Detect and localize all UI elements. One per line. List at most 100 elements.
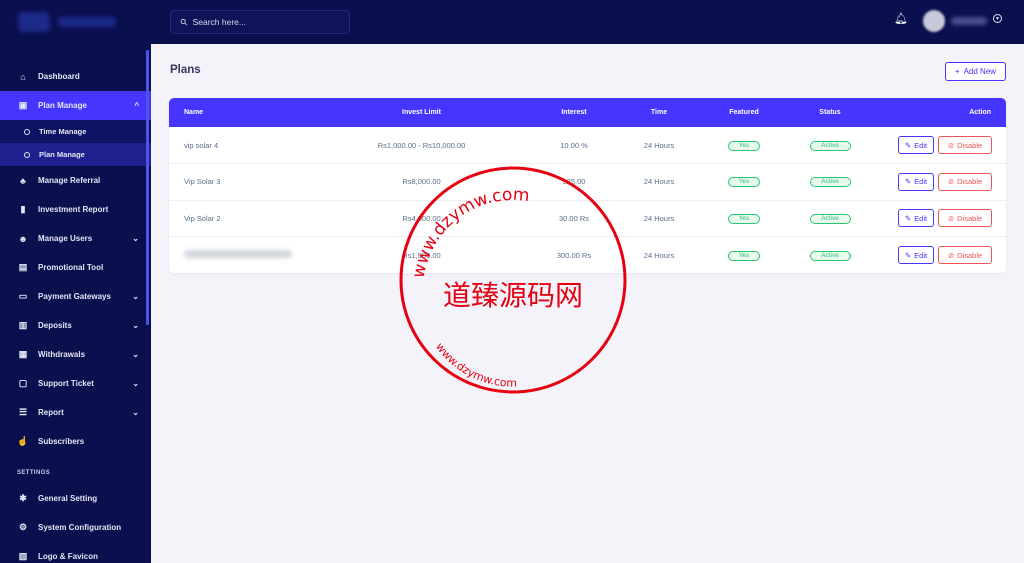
chevron-down-icon: ⌄	[132, 379, 139, 388]
ticket-icon: ▢	[18, 378, 28, 388]
sidebar-item-withdrawals[interactable]: ▦ Withdrawals ⌄	[0, 340, 151, 369]
eye-slash-icon: ⊘	[947, 177, 955, 187]
eye-slash-icon: ⊘	[947, 140, 955, 150]
header-invest-limit: Invest Limit	[402, 109, 441, 116]
header-name: Name	[184, 109, 204, 116]
cog-icon: ⚙	[18, 522, 28, 532]
user-name[interactable]	[951, 17, 987, 25]
plan-manage-submenu: Time Manage Plan Manage	[0, 120, 151, 166]
stamp-ring-text-bottom: www.dzymw.com	[433, 340, 517, 389]
disable-button[interactable]: ⊘ Disable	[938, 136, 992, 154]
sidebar-item-label: Subscribers	[38, 437, 85, 446]
sidebar-item-investment-report[interactable]: ▮ Investment Report	[0, 195, 151, 224]
disable-button[interactable]: ⊘ Disable	[938, 172, 992, 191]
sidebar: ⌂ Dashboard ▣ Plan Manage ^ Time Manage …	[0, 0, 151, 563]
status-badge: Active	[809, 250, 851, 261]
status-badge: Active	[809, 177, 851, 188]
search-input[interactable]	[192, 17, 333, 27]
sidebar-item-deposits[interactable]: ▥ Deposits ⌄	[0, 311, 151, 340]
plan-interest: 325.00	[562, 177, 586, 187]
logo-text	[58, 17, 116, 27]
sidebar-item-payment-gateways[interactable]: ▭ Payment Gateways ⌄	[0, 282, 151, 311]
sidebar-item-promotional-tool[interactable]: ▤ Promotional Tool	[0, 253, 151, 282]
table-row: Vip Solar 2 Rs4,000.00 30.00 Rs 24 Hours…	[169, 200, 1006, 237]
chevron-down-icon: ⌄	[132, 321, 139, 330]
edit-label: Edit	[914, 140, 928, 150]
bell-icon[interactable]: 🔔︎	[894, 12, 908, 25]
stamp-center-text: 道臻源码网	[443, 279, 583, 312]
sidebar-item-logo-favicon[interactable]: ▧ Logo & Favicon	[0, 542, 151, 563]
page-title: Plans	[170, 64, 201, 76]
logo-icon	[18, 12, 50, 32]
disable-label: Disable	[957, 213, 983, 223]
disable-label: Disable	[957, 177, 983, 187]
image-icon: ▧	[18, 551, 28, 561]
sidebar-item-manage-users[interactable]: ☻ Manage Users ⌄	[0, 224, 151, 253]
credit-card-icon: ▭	[18, 291, 28, 301]
pencil-icon: ✎	[904, 250, 912, 260]
sidebar-item-subscribers[interactable]: ☝ Subscribers	[0, 427, 151, 456]
table-header-row: Name Invest Limit Interest Time Featured…	[169, 98, 1006, 127]
plan-invest-limit: Rs8,000.00	[402, 177, 441, 187]
header-featured: Featured	[729, 109, 759, 116]
sidebar-item-system-configuration[interactable]: ⚙ System Configuration	[0, 513, 151, 542]
sidebar-item-general-setting[interactable]: ✱ General Setting	[0, 484, 151, 513]
disable-button[interactable]: ⊘ Disable	[938, 246, 992, 264]
plan-status: Active	[794, 127, 866, 164]
disable-button[interactable]: ⊘ Disable	[938, 209, 992, 228]
sidebar-item-label: Manage Users	[38, 234, 93, 243]
featured-badge: Yes	[728, 140, 760, 151]
avatar[interactable]	[923, 10, 945, 32]
chevron-down-icon[interactable]: ▼	[993, 14, 1002, 23]
plan-name: Vip Solar 2	[184, 213, 221, 223]
sidebar-scrollbar[interactable]	[146, 50, 149, 325]
circle-icon	[24, 128, 30, 135]
pencil-icon: ✎	[904, 213, 912, 223]
plan-status: Active	[794, 237, 866, 274]
plan-interest: 300.00 Rs	[556, 250, 592, 260]
plus-icon: +	[954, 67, 960, 76]
chevron-up-icon: ^	[134, 101, 139, 110]
sidebar-item-plan-manage[interactable]: ▣ Plan Manage ^	[0, 91, 151, 120]
plan-actions: ✎ Edit ⊘ Disable	[866, 200, 1006, 237]
brand-logo[interactable]	[0, 0, 151, 44]
status-badge: Active	[809, 140, 851, 151]
edit-button[interactable]: ✎ Edit	[898, 246, 934, 264]
header-status: Status	[819, 109, 841, 116]
disable-label: Disable	[957, 250, 983, 260]
edit-button[interactable]: ✎ Edit	[898, 209, 934, 228]
sidebar-item-label: General Setting	[38, 494, 98, 503]
sidebar-item-manage-referral[interactable]: ♣ Manage Referral	[0, 166, 151, 195]
chevron-down-icon: ⌄	[132, 292, 139, 301]
plan-time: 24 Hours	[643, 213, 675, 223]
sidebar-item-label: Deposits	[38, 321, 72, 330]
sidebar-item-support-ticket[interactable]: ▢ Support Ticket ⌄	[0, 369, 151, 398]
edit-button[interactable]: ✎ Edit	[898, 136, 934, 154]
edit-button[interactable]: ✎ Edit	[898, 172, 934, 191]
thumbs-up-icon: ☝	[17, 436, 29, 446]
sidebar-item-dashboard[interactable]: ⌂ Dashboard	[0, 62, 151, 91]
table-row: Vip Solar 3 Rs8,000.00 325.00 24 Hours Y…	[169, 164, 1006, 200]
sidebar-item-label: Manage Referral	[38, 176, 101, 185]
edit-label: Edit	[914, 250, 928, 260]
sidebar-item-label: Logo & Favicon	[38, 552, 98, 561]
edit-label: Edit	[914, 213, 928, 223]
file-invoice-icon: ▥	[18, 320, 28, 330]
add-new-button[interactable]: + Add New	[945, 62, 1006, 81]
plan-name	[169, 237, 319, 274]
topbar: ⚲ 🔔︎ ▼	[151, 0, 1024, 44]
plan-invest-limit: Rs4,000.00	[402, 213, 441, 223]
list-icon: ☰	[18, 407, 28, 417]
sidebar-item-report[interactable]: ☰ Report ⌄	[0, 398, 151, 427]
sidebar-item-label: Support Ticket	[38, 379, 94, 388]
home-icon: ⌂	[20, 71, 26, 82]
plan-time: 24 Hours	[643, 250, 675, 260]
submenu-item-plan-manage[interactable]: Plan Manage	[0, 143, 151, 166]
plan-name: vip solar 4	[184, 140, 219, 150]
chevron-down-icon: ⌄	[132, 408, 139, 417]
chevron-down-icon: ⌄	[132, 234, 139, 243]
submenu-item-time-manage[interactable]: Time Manage	[0, 120, 151, 143]
plan-name: Vip Solar 3	[184, 177, 221, 187]
gear-icon: ✱	[19, 493, 27, 503]
sidebar-section-settings: SETTINGS	[17, 470, 51, 476]
